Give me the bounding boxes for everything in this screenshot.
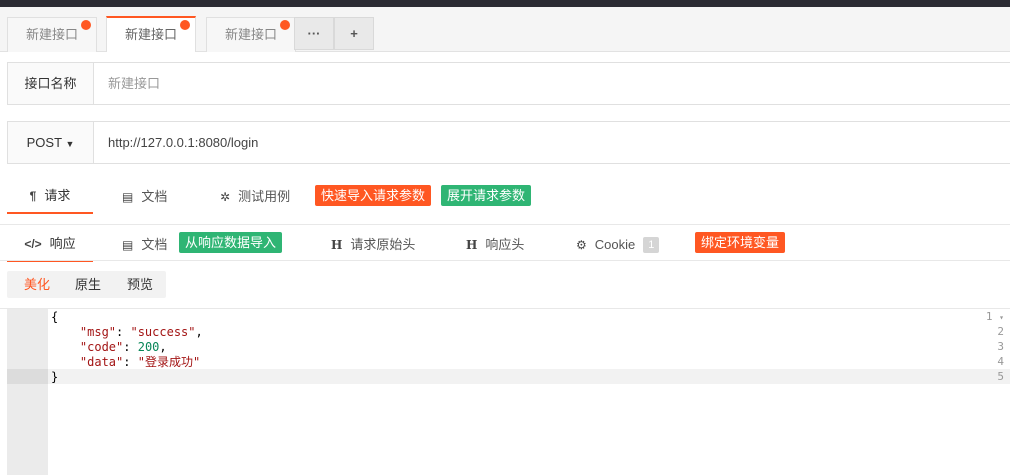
tab-response-label: 响应 [49,236,76,251]
line-number: 4 [997,355,1004,368]
tab-raw-request-headers[interactable]: H 请求原始头 [331,228,415,262]
line-number: 1 ▾ [985,310,1004,323]
more-tabs-button[interactable]: ··· [294,17,334,50]
view-tab-preview[interactable]: 预览 [127,271,153,298]
json-value: 200 [137,340,160,354]
response-view-tabs: 美化 原生 预览 [7,271,166,298]
expand-params-button[interactable]: 展开请求参数 [441,185,532,206]
active-line-highlight [48,369,1010,384]
bug-icon: ✲ [220,190,231,204]
fold-arrow-icon: ▾ [999,313,1004,322]
tab-cookie[interactable]: ⚙ Cookie 1 [576,228,660,262]
header-h-icon: H [466,238,478,252]
tab-response[interactable]: </> 响应 [7,228,93,262]
add-tab-button[interactable]: + [334,17,374,50]
divider [0,260,1010,261]
code-line: } [51,370,59,384]
url-row: POST ▼ http://127.0.0.1:8080/login [7,121,1010,164]
view-tab-pretty[interactable]: 美化 [24,271,50,298]
cookie-count-badge: 1 [643,237,660,253]
request-menu: ¶ 请求 ▤ 文档 ✲ 测试用例 快速导入请求参数 展开请求参数 [0,180,1010,220]
tab-response-headers-label: 响应头 [485,237,525,252]
pilcrow-icon: ¶ [29,189,37,203]
document-icon: ▤ [122,238,134,252]
tab-response-docs-label: 文档 [141,237,168,252]
tab-request[interactable]: ¶ 请求 [7,180,93,214]
response-body-editor[interactable]: 1 ▾ 2 3 4 5 { "msg": "success", "code": … [7,309,1010,475]
response-menu: </> 响应 ▤ 文档 从响应数据导入 H 请求原始头 H 响应头 ⚙ Cook… [0,228,1010,268]
tab-test-cases-label: 测试用例 [238,189,291,204]
code-line: "msg": "success", [79,325,203,339]
quick-import-params-button[interactable]: 快速导入请求参数 [315,185,432,206]
divider [0,224,1010,225]
tab-response-headers[interactable]: H 响应头 [466,228,524,262]
json-value: "success" [130,325,196,339]
tab-request-docs-label: 文档 [141,189,168,204]
tab-label: 新建接口 [224,27,277,42]
active-line-gutter [7,369,48,384]
tab-request-label: 请求 [44,188,71,203]
tab-raw-request-headers-label: 请求原始头 [350,237,416,252]
tab-new-api-1[interactable]: 新建接口 [7,17,97,52]
code-icon: </> [24,237,42,251]
line-number: 5 [997,370,1004,383]
view-tab-raw[interactable]: 原生 [75,271,101,298]
code-line: { [51,310,59,324]
import-from-response-button[interactable]: 从响应数据导入 [179,232,283,253]
plus-icon: + [350,26,358,41]
tab-cookie-label: Cookie [594,237,636,252]
url-input[interactable]: http://127.0.0.1:8080/login [108,122,258,163]
line-number-gutter [7,309,48,475]
ellipsis-icon: ··· [307,26,321,41]
tab-response-docs[interactable]: ▤ 文档 [122,228,167,262]
document-icon: ▤ [122,190,134,204]
api-name-label: 接口名称 [8,63,94,104]
json-key: "msg" [79,325,117,339]
unsaved-dot-icon [180,20,190,30]
json-key: "code" [79,340,124,354]
tab-strip: 新建接口 新建接口 新建接口 ··· + [0,7,1010,52]
window-top-bar [0,0,1010,7]
code-line: "code": 200, [79,340,167,354]
line-number: 2 [997,325,1004,338]
tab-new-api-2[interactable]: 新建接口 [106,16,196,52]
api-name-row: 接口名称 新建接口 [7,62,1010,105]
tab-test-cases[interactable]: ✲ 测试用例 [220,180,290,214]
tab-new-api-3[interactable]: 新建接口 [206,17,296,52]
code-line: "data": "登录成功" [79,355,201,369]
tab-label: 新建接口 [25,27,78,42]
unsaved-dot-icon [280,20,290,30]
tab-request-docs[interactable]: ▤ 文档 [122,180,167,214]
caret-down-icon: ▼ [65,139,75,149]
api-name-input[interactable]: 新建接口 [108,63,160,104]
line-number: 3 [997,340,1004,353]
json-key: "data" [79,355,124,369]
json-value: "登录成功" [137,355,201,369]
bind-env-variables-button[interactable]: 绑定环境变量 [695,232,786,253]
tab-label: 新建接口 [124,27,177,42]
cookie-icon: ⚙ [576,238,587,252]
method-value: POST [26,135,62,150]
header-h-icon: H [331,238,343,252]
method-select[interactable]: POST ▼ [8,122,94,163]
unsaved-dot-icon [81,20,91,30]
